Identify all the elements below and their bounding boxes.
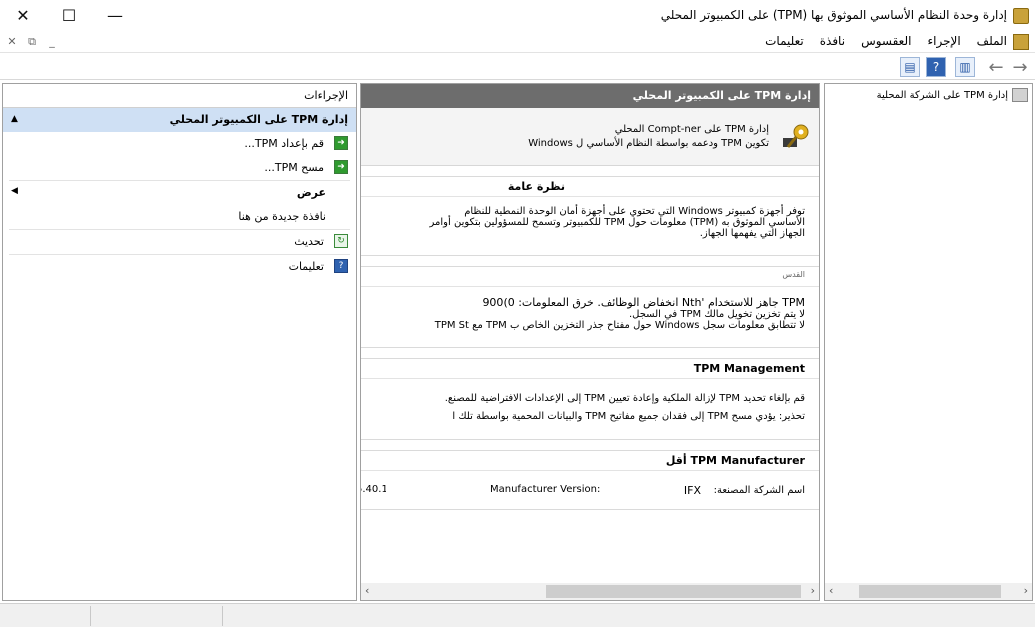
scroll-thumb[interactable] bbox=[546, 585, 801, 598]
overview-section: نظرة عامة توفر أجهزة كمبيوتر Windows الت… bbox=[361, 176, 819, 256]
menu-view[interactable]: العقسوس bbox=[861, 34, 911, 48]
action-new-window[interactable]: نافذة جديدة من هنا bbox=[3, 205, 356, 229]
mdi-close-button[interactable]: ✕ bbox=[2, 33, 22, 51]
refresh-icon: ↻ bbox=[334, 234, 348, 248]
menu-items: الملف الإجراء العقسوس نافذة تعليمات bbox=[765, 34, 1007, 48]
mdi-restore-button[interactable]: ⧉ bbox=[22, 33, 42, 51]
show-hide-console-tree-icon[interactable]: ▥ bbox=[955, 57, 975, 77]
window-title: إدارة وحدة النظام الأساسي الموثوق بها (T… bbox=[660, 8, 1007, 22]
status-segment bbox=[90, 606, 91, 626]
status-line-1: TPM جاهز للاستخدام 'Nth انخفاض الوظائف. … bbox=[482, 296, 805, 309]
action-label: نافذة جديدة من هنا bbox=[238, 210, 326, 223]
maximize-button[interactable]: ☐ bbox=[46, 0, 92, 31]
manufacturer-version-value: 5.40.1971.2 bbox=[361, 484, 386, 495]
intro-banner: إدارة TPM على Compt-ner المحلي تكوين TPM… bbox=[361, 108, 819, 166]
scroll-right-icon[interactable]: › bbox=[811, 584, 815, 597]
action-label: قم بإعداد TPM... bbox=[244, 137, 324, 150]
manufacturer-info: اسم الشركة المصنعة: IFX Manufacturer Ver… bbox=[361, 471, 819, 507]
key-chip-icon bbox=[783, 124, 809, 148]
tree-item-label: إدارة TPM على الشركة المحلية bbox=[876, 89, 1008, 101]
status-bar bbox=[0, 603, 1035, 627]
action-arrow-icon: ➜ bbox=[334, 160, 348, 174]
manufacturer-name-value: IFX bbox=[683, 484, 701, 497]
back-arrow-icon[interactable]: ← bbox=[986, 57, 1006, 78]
action-refresh[interactable]: ↻ تحديث bbox=[3, 230, 356, 254]
console-icon bbox=[1013, 34, 1029, 50]
actions-header: الإجراءات bbox=[3, 84, 356, 108]
action-label: تحديث bbox=[294, 235, 324, 248]
menu-help[interactable]: تعليمات bbox=[765, 34, 804, 48]
actions-section-title: إدارة TPM على الكمبيوتر المحلي bbox=[169, 113, 348, 126]
action-prepare-tpm[interactable]: ➜ قم بإعداد TPM... bbox=[3, 132, 356, 156]
menu-action[interactable]: الإجراء bbox=[927, 34, 960, 48]
action-view[interactable]: عرض ◀ bbox=[3, 181, 356, 205]
submenu-triangle-icon: ◀ bbox=[11, 186, 18, 196]
status-title: القدس bbox=[361, 267, 819, 287]
management-line-2: تحذير: يؤدي مسح TPM إلى فقدان جميع مفاتي… bbox=[452, 411, 805, 422]
result-horizontal-scrollbar[interactable]: ‹ › bbox=[361, 583, 819, 600]
tree-item-tpm[interactable]: إدارة TPM على الشركة المحلية bbox=[877, 88, 1028, 102]
overview-line: الجهاز التي يفهمها الجهاز. bbox=[699, 228, 805, 239]
show-hide-action-pane-icon[interactable]: ▤ bbox=[900, 57, 920, 77]
tpm-app-icon bbox=[1013, 8, 1029, 24]
status-line-3: لا تتطابق معلومات سجل Windows حول مفتاح … bbox=[434, 320, 805, 331]
management-title: TPM Management bbox=[361, 359, 819, 379]
status-section: القدس TPM جاهز للاستخدام 'Nth انخفاض الو… bbox=[361, 266, 819, 348]
management-section: TPM Management قم بإلغاء تحديد TPM لإزال… bbox=[361, 358, 819, 440]
result-pane: إدارة TPM على الكمبيوتر المحلي إدارة TPM… bbox=[360, 83, 820, 601]
action-arrow-icon: ➜ bbox=[334, 136, 348, 150]
status-line-2: لا يتم تخزين تخويل مالك TPM في السجل. bbox=[628, 309, 805, 320]
actions-pane: الإجراءات إدارة TPM على الكمبيوتر المحلي… bbox=[2, 83, 357, 601]
action-help[interactable]: ? تعليمات bbox=[3, 255, 356, 279]
help-icon[interactable]: ? bbox=[926, 57, 946, 77]
help-icon: ? bbox=[334, 259, 348, 273]
action-label: مسح TPM... bbox=[264, 161, 324, 174]
manufacturer-section: TPM Manufacturer أقل اسم الشركة المصنعة:… bbox=[361, 450, 819, 510]
overview-line: توفر أجهزة كمبيوتر Windows التي تحتوي عل… bbox=[464, 206, 805, 217]
manufacturer-title: TPM Manufacturer أقل bbox=[361, 451, 819, 471]
overview-title: نظرة عامة bbox=[361, 177, 819, 197]
collapse-triangle-icon[interactable]: ▲ bbox=[11, 114, 18, 124]
menu-bar: ✕ ⧉ _ الملف الإجراء العقسوس نافذة تعليما… bbox=[0, 31, 1035, 53]
tpm-node-icon bbox=[1012, 88, 1028, 102]
management-line-1[interactable]: قم بإلغاء تحديد TPM لإزالة الملكية وإعاد… bbox=[361, 393, 819, 404]
intro-line-2: تكوين TPM ودعمه بواسطة النظام الأساسي ل … bbox=[528, 138, 769, 149]
close-button[interactable]: ✕ bbox=[0, 0, 46, 31]
mdi-minimize-button[interactable]: _ bbox=[42, 33, 62, 51]
action-label: تعليمات bbox=[288, 260, 324, 273]
tree-horizontal-scrollbar[interactable]: ‹ › bbox=[825, 583, 1032, 600]
title-bar: ✕ ☐ — إدارة وحدة النظام الأساسي الموثوق … bbox=[0, 0, 1035, 31]
minimize-button[interactable]: — bbox=[92, 0, 138, 31]
scroll-right-icon[interactable]: › bbox=[1024, 584, 1028, 597]
intro-line-1: إدارة TPM على Compt-ner المحلي bbox=[614, 124, 769, 135]
forward-arrow-icon[interactable]: → bbox=[1010, 57, 1030, 78]
overview-line: الأساسي الموثوق به (TPM) معلومات حول TPM… bbox=[429, 217, 805, 228]
scroll-left-icon[interactable]: ‹ bbox=[365, 584, 369, 597]
action-label: عرض bbox=[296, 186, 326, 199]
actions-section-tpm[interactable]: إدارة TPM على الكمبيوتر المحلي ▲ bbox=[3, 108, 356, 132]
scroll-thumb[interactable] bbox=[859, 585, 1001, 598]
scroll-left-icon[interactable]: ‹ bbox=[829, 584, 833, 597]
manufacturer-name-label: اسم الشركة المصنعة: bbox=[713, 485, 805, 496]
action-clear-tpm[interactable]: ➜ مسح TPM... bbox=[3, 156, 356, 180]
menu-window[interactable]: نافذة bbox=[820, 34, 845, 48]
manufacturer-version-label: Manufacturer Version: bbox=[490, 484, 601, 495]
menu-file[interactable]: الملف bbox=[977, 34, 1007, 48]
console-tree-pane: إدارة TPM على الشركة المحلية ‹ › bbox=[824, 83, 1033, 601]
status-segment bbox=[222, 606, 223, 626]
result-header: إدارة TPM على الكمبيوتر المحلي bbox=[361, 84, 819, 108]
toolbar: ▤ ? ▥ ← → bbox=[0, 54, 1035, 80]
